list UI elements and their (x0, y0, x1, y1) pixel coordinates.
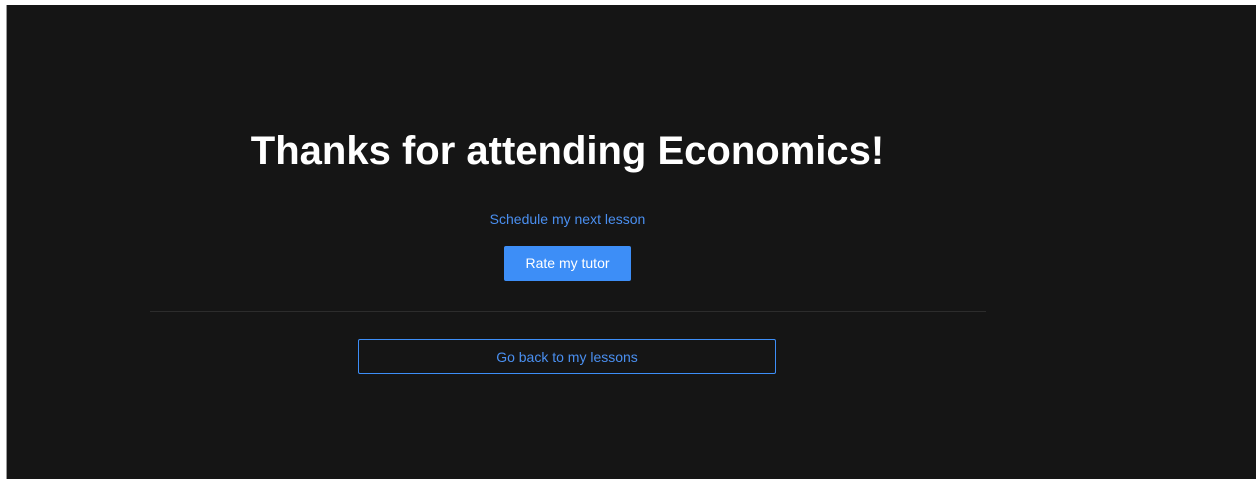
back-to-lessons-button[interactable]: Go back to my lessons (358, 339, 776, 374)
schedule-next-lesson-link[interactable]: Schedule my next lesson (7, 210, 1128, 228)
section-divider (150, 311, 986, 312)
page-title: Thanks for attending Economics! (250, 129, 885, 173)
lesson-complete-page: Thanks for attending Economics! Schedule… (7, 5, 1256, 479)
rate-tutor-button[interactable]: Rate my tutor (504, 246, 631, 281)
